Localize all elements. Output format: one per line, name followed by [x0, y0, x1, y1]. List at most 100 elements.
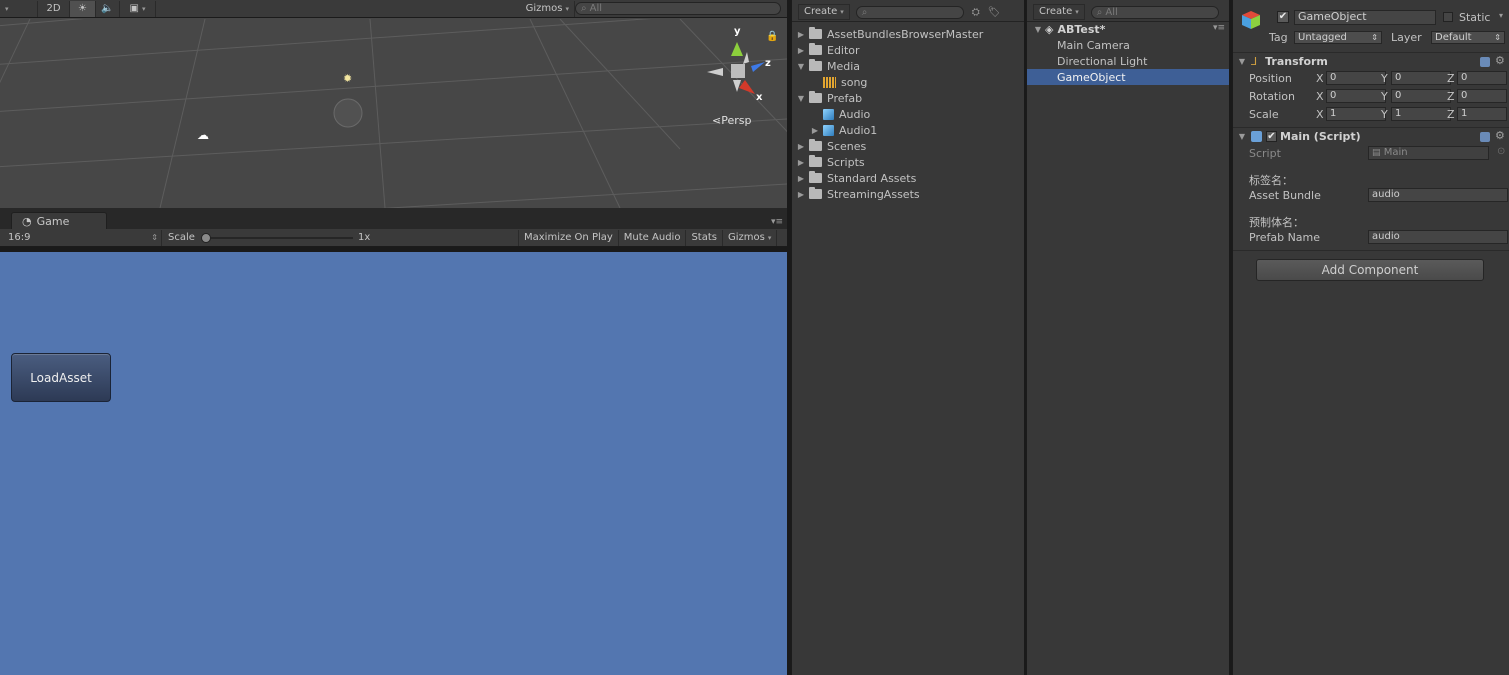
- add-component-button[interactable]: Add Component: [1256, 259, 1484, 281]
- transform-y-field[interactable]: 0: [1391, 89, 1451, 103]
- axis-z-label[interactable]: Z: [1447, 90, 1455, 103]
- expand-arrow-icon[interactable]: ▼: [1237, 57, 1247, 66]
- mute-audio-toggle[interactable]: Mute Audio: [619, 230, 687, 246]
- expand-arrow-icon[interactable]: ▶: [796, 190, 806, 199]
- expand-arrow-icon[interactable]: ▶: [796, 142, 806, 151]
- project-item-label: Editor: [827, 43, 860, 57]
- transform-x-field[interactable]: 1: [1326, 107, 1386, 121]
- lighting-toggle-button[interactable]: ☀: [70, 0, 96, 17]
- axis-z-label[interactable]: Z: [1447, 108, 1455, 121]
- project-item[interactable]: ▶ StreamingAssets: [792, 186, 1024, 202]
- axis-x-label[interactable]: X: [1316, 108, 1324, 121]
- tag-dropdown[interactable]: Untagged ⇕: [1294, 31, 1382, 44]
- filter-by-label-icon[interactable]: 🏷: [988, 7, 1001, 18]
- project-item[interactable]: ▼ Media: [792, 58, 1024, 74]
- prefab-name-field[interactable]: audio: [1368, 230, 1508, 244]
- hierarchy-item[interactable]: Main Camera: [1027, 37, 1229, 53]
- expand-arrow-icon[interactable]: ▶: [796, 30, 806, 39]
- axis-y-label[interactable]: Y: [1381, 108, 1388, 121]
- panel-menu-icon[interactable]: ▾≡: [771, 217, 783, 227]
- light-gizmo-icon[interactable]: ✹: [343, 72, 352, 85]
- expand-arrow-icon[interactable]: ▼: [1033, 25, 1043, 34]
- audio-source-gizmo-icon[interactable]: ☁: [197, 128, 209, 142]
- chevron-down-icon[interactable]: ▾: [1499, 11, 1503, 20]
- scene-view[interactable]: ▾ 2D ☀ 🔈 ▣ ▾ Gizmos ▾ ⌕ All ✹ ☁ y z x 🔒 …: [0, 0, 787, 208]
- load-asset-button[interactable]: LoadAsset: [11, 353, 111, 402]
- folder-icon: [809, 171, 822, 183]
- expand-arrow-icon[interactable]: ▶: [796, 158, 806, 167]
- active-checkbox[interactable]: ✔: [1277, 11, 1289, 23]
- transform-x-field[interactable]: 0: [1326, 89, 1386, 103]
- scene-toolbar: ▾ 2D ☀ 🔈 ▣ ▾ Gizmos ▾ ⌕ All: [0, 0, 787, 18]
- axis-y-label[interactable]: Y: [1381, 90, 1388, 103]
- project-item[interactable]: Audio: [792, 106, 1024, 122]
- project-item[interactable]: ▶ Audio1: [792, 122, 1024, 138]
- axis-x-label[interactable]: X: [1316, 72, 1324, 85]
- project-item[interactable]: song: [792, 74, 1024, 90]
- project-item[interactable]: ▶ Scripts: [792, 154, 1024, 170]
- transform-header[interactable]: ▼ ⅃ Transform ⚙: [1233, 52, 1509, 70]
- script-enabled-checkbox[interactable]: ✔: [1266, 131, 1277, 142]
- project-item-label: Prefab: [827, 91, 863, 105]
- hierarchy-search-input[interactable]: ⌕ All: [1090, 5, 1219, 19]
- hierarchy-create-dropdown[interactable]: Create ▾: [1033, 4, 1085, 20]
- effects-toggle-button[interactable]: ▣ ▾: [120, 0, 156, 17]
- game-view[interactable]: LoadAsset: [0, 252, 787, 675]
- scale-slider[interactable]: [201, 233, 353, 243]
- static-checkbox[interactable]: [1443, 12, 1453, 22]
- gear-icon[interactable]: ⚙: [1495, 54, 1505, 67]
- transform-z-field[interactable]: 1: [1457, 107, 1507, 121]
- project-search-input[interactable]: ⌕: [855, 5, 964, 19]
- transform-y-field[interactable]: 1: [1391, 107, 1451, 121]
- axis-x-label[interactable]: X: [1316, 90, 1324, 103]
- 2d-toggle-button[interactable]: 2D: [38, 0, 70, 17]
- expand-arrow-icon[interactable]: ▶: [810, 126, 820, 135]
- scene-root-row[interactable]: ▼ ◈ ABTest* ▾≡: [1027, 21, 1229, 37]
- transform-x-field[interactable]: 0: [1326, 71, 1386, 85]
- gear-icon[interactable]: ⚙: [1495, 129, 1505, 142]
- axis-z-label[interactable]: Z: [1447, 72, 1455, 85]
- project-item[interactable]: ▶ Editor: [792, 42, 1024, 58]
- orientation-gizmo[interactable]: y z x: [703, 26, 773, 106]
- project-item[interactable]: ▶ Scenes: [792, 138, 1024, 154]
- aspect-dropdown[interactable]: 16:9 ⇕: [0, 230, 162, 246]
- project-item[interactable]: ▶ Standard Assets: [792, 170, 1024, 186]
- help-book-icon[interactable]: [1480, 132, 1490, 142]
- script-component-header[interactable]: ▼ ✔ Main (Script) ⚙: [1233, 127, 1509, 145]
- object-name-field[interactable]: GameObject: [1294, 10, 1436, 25]
- scene-menu-icon[interactable]: ▾≡: [1213, 23, 1225, 33]
- expand-arrow-icon[interactable]: ▼: [796, 94, 806, 103]
- game-gizmos-dropdown[interactable]: Gizmos ▾: [723, 230, 778, 246]
- projection-toggle[interactable]: ⋖Persp: [712, 114, 751, 127]
- lock-icon[interactable]: 🔒: [766, 31, 778, 42]
- transform-y-field[interactable]: 0: [1391, 71, 1451, 85]
- project-item[interactable]: ▶ AssetBundlesBrowserMaster: [792, 26, 1024, 42]
- project-create-dropdown[interactable]: Create ▾: [798, 4, 850, 20]
- transform-z-field[interactable]: 0: [1457, 71, 1507, 85]
- hierarchy-item[interactable]: Directional Light: [1027, 53, 1229, 69]
- expand-arrow-icon[interactable]: ▶: [796, 174, 806, 183]
- updown-arrow-icon: ⇕: [151, 233, 158, 242]
- expand-arrow-icon[interactable]: ▼: [1237, 132, 1247, 141]
- gizmos-dropdown[interactable]: Gizmos ▾: [521, 0, 575, 17]
- axis-y-label[interactable]: Y: [1381, 72, 1388, 85]
- expand-arrow-icon[interactable]: ▶: [796, 46, 806, 55]
- hierarchy-item[interactable]: GameObject: [1027, 69, 1229, 85]
- game-toolbar: 16:9 ⇕ Scale 1x Maximize On Play Mute Au…: [0, 229, 787, 247]
- audio-toggle-button[interactable]: 🔈: [96, 0, 120, 17]
- layer-dropdown[interactable]: Default ⇕: [1431, 31, 1505, 44]
- transform-z-field[interactable]: 0: [1457, 89, 1507, 103]
- help-book-icon[interactable]: [1480, 57, 1490, 67]
- project-panel: Create ▾ ⌕ ⛭ 🏷 ▶ AssetBundlesBrowserMaster…: [791, 0, 1024, 675]
- scale-slider-handle[interactable]: [201, 233, 211, 243]
- filter-by-type-icon[interactable]: ⛭: [972, 7, 980, 18]
- project-item[interactable]: ▼ Prefab: [792, 90, 1024, 106]
- maximize-on-play-toggle[interactable]: Maximize On Play: [518, 230, 619, 246]
- shading-mode-dropdown[interactable]: ▾: [0, 0, 38, 17]
- asset-bundle-field[interactable]: audio: [1368, 188, 1508, 202]
- scene-search-input[interactable]: ⌕ All: [575, 2, 781, 15]
- stats-toggle[interactable]: Stats: [686, 230, 723, 246]
- prefab-header-label: 预制体名：: [1249, 216, 1304, 229]
- tab-game[interactable]: ◔ Game: [11, 212, 107, 229]
- expand-arrow-icon[interactable]: ▼: [796, 62, 806, 71]
